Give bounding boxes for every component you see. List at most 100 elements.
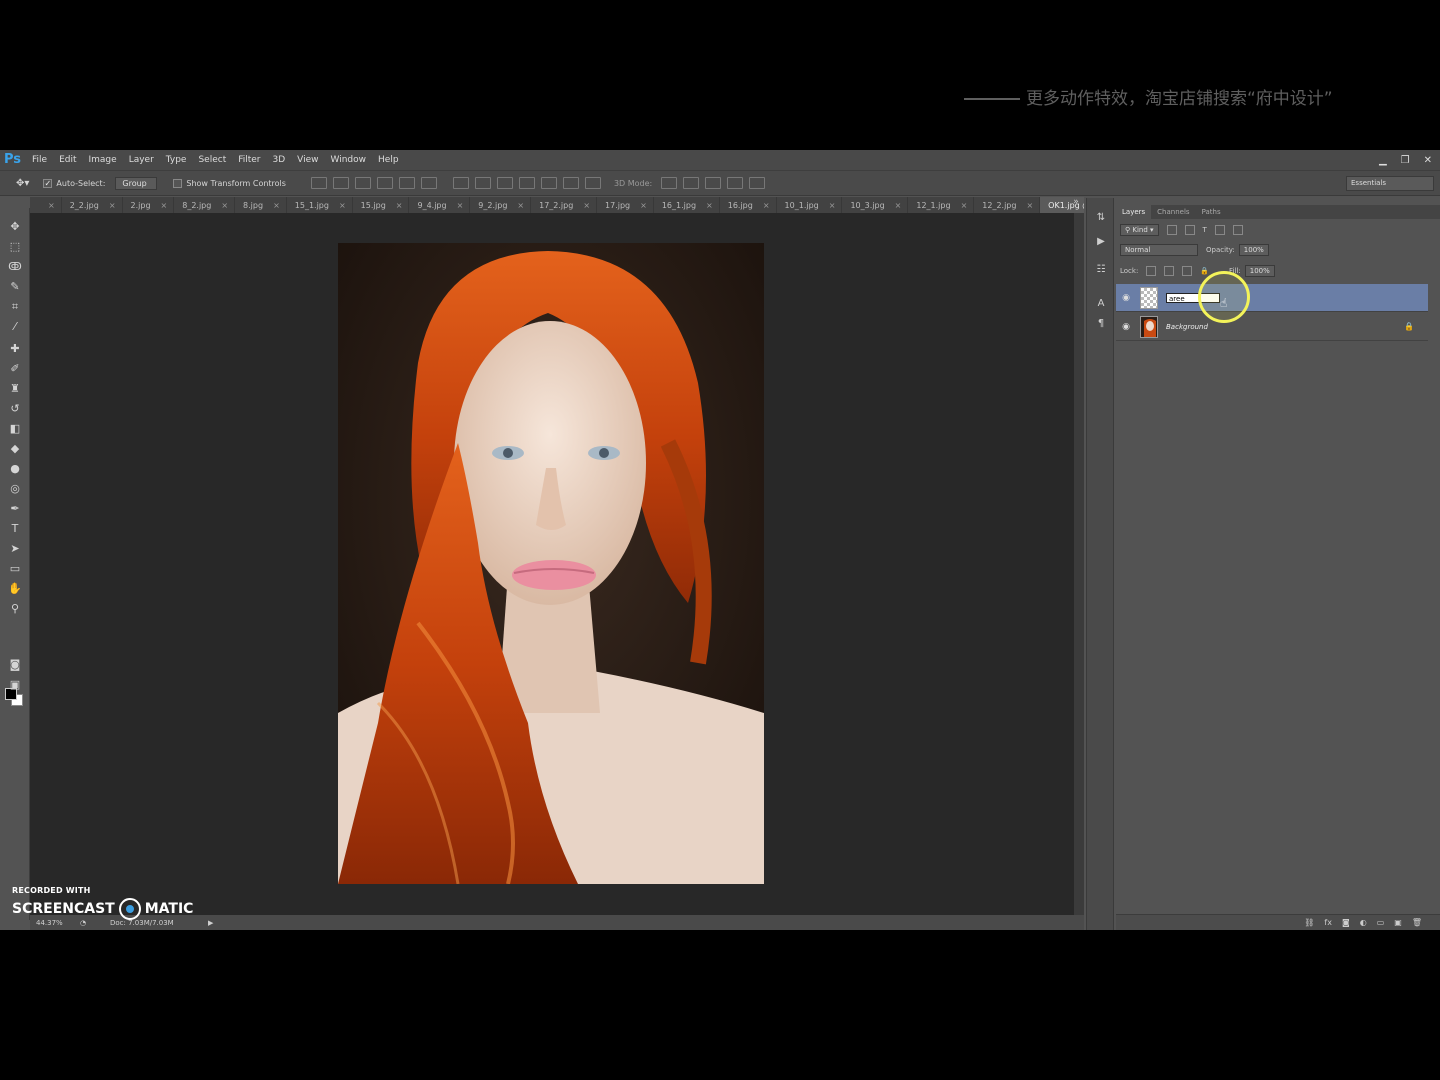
document-tab[interactable]: 15_1.jpg ×: [287, 197, 353, 213]
auto-select-checkbox[interactable]: ✓: [43, 178, 53, 188]
menu-select[interactable]: Select: [192, 150, 232, 170]
eraser-tool-icon[interactable]: ◧: [7, 422, 23, 436]
lock-all-icon[interactable]: 🔒: [1200, 267, 1209, 275]
align-vcenter-icon[interactable]: [332, 177, 349, 189]
document-tab[interactable]: 10_3.jpg ×: [842, 197, 909, 213]
show-transform-checkbox[interactable]: [173, 178, 183, 188]
distribute-hcenter-icon[interactable]: [540, 177, 557, 189]
distribute-bottom-icon[interactable]: [496, 177, 513, 189]
paint-bucket-tool-icon[interactable]: ◆: [7, 442, 23, 456]
menu-view[interactable]: View: [291, 150, 324, 170]
eyedropper-tool-icon[interactable]: ⁄: [7, 320, 23, 334]
marquee-tool-icon[interactable]: ⬚: [7, 240, 23, 254]
3d-pan-icon[interactable]: [705, 177, 722, 189]
document-tab[interactable]: 15.jpg ×: [353, 197, 410, 213]
workspace-switcher[interactable]: Essentials: [1346, 176, 1434, 191]
document-tab[interactable]: 12_2.jpg ×: [974, 197, 1041, 213]
screen-mode-icon[interactable]: ▣: [7, 678, 23, 692]
document-tab[interactable]: 12_1.jpg ×: [908, 197, 975, 213]
opacity-input[interactable]: 100%: [1238, 244, 1269, 256]
document-tab[interactable]: 9_2.jpg ×: [470, 197, 532, 213]
document-tab[interactable]: 8.jpg ×: [235, 197, 287, 213]
fx-icon[interactable]: fx: [1324, 918, 1332, 927]
adjustment-icon[interactable]: ◐: [1360, 918, 1367, 927]
document-tab[interactable]: 16_1.jpg ×: [654, 197, 720, 213]
document-tab[interactable]: 8_2.jpg ×: [174, 197, 236, 213]
3d-slide-icon[interactable]: [727, 177, 744, 189]
document-tab[interactable]: 10_1.jpg ×: [777, 197, 843, 213]
layer-row-background[interactable]: ◉ Background 🔒: [1116, 313, 1428, 341]
visibility-eye-icon[interactable]: ◉: [1116, 322, 1136, 332]
align-right-icon[interactable]: [420, 177, 437, 189]
move-tool-icon[interactable]: ✥: [7, 220, 23, 234]
quick-mask-icon[interactable]: ◙: [7, 658, 23, 672]
tab-overflow-close[interactable]: ×: [30, 197, 62, 213]
distribute-top-icon[interactable]: [452, 177, 469, 189]
tab-layers[interactable]: Layers: [1116, 205, 1152, 219]
document-tab[interactable]: 2_2.jpg ×: [62, 197, 123, 213]
align-top-icon[interactable]: [310, 177, 327, 189]
tab-channels[interactable]: Channels: [1151, 205, 1195, 219]
auto-select-dropdown[interactable]: Group: [115, 176, 158, 190]
document-tab[interactable]: 17_2.jpg ×: [531, 197, 598, 213]
character-panel-icon[interactable]: A: [1093, 298, 1109, 312]
stamp-tool-icon[interactable]: ♜: [7, 382, 23, 396]
layer-row-layer1[interactable]: ◉ aree: [1116, 284, 1428, 312]
lock-pixels-icon[interactable]: [1164, 266, 1175, 276]
auto-align-icon[interactable]: [584, 177, 601, 189]
link-icon[interactable]: ⛓: [1304, 918, 1314, 927]
pen-tool-icon[interactable]: ✒: [7, 502, 23, 516]
document-tab[interactable]: 9_4.jpg ×: [409, 197, 471, 213]
rectangle-tool-icon[interactable]: ▭: [7, 562, 23, 576]
status-menu-arrow-icon[interactable]: ▶: [208, 919, 213, 927]
tab-paths[interactable]: Paths: [1196, 205, 1227, 219]
minimize-button[interactable]: ▁: [1379, 155, 1387, 166]
hand-tool-icon[interactable]: ✋: [7, 582, 23, 596]
healing-brush-tool-icon[interactable]: ✚: [7, 342, 23, 356]
distribute-right-icon[interactable]: [562, 177, 579, 189]
align-left-icon[interactable]: [376, 177, 393, 189]
history-brush-tool-icon[interactable]: ↺: [7, 402, 23, 416]
distribute-left-icon[interactable]: [518, 177, 535, 189]
dodge-tool-icon[interactable]: ◎: [7, 482, 23, 496]
restore-button[interactable]: ❐: [1401, 155, 1410, 166]
lasso-tool-icon[interactable]: ↂ: [7, 260, 23, 274]
mask-icon[interactable]: ◙: [1342, 918, 1350, 927]
filter-smart-object-icon[interactable]: [1232, 225, 1243, 235]
align-hcenter-icon[interactable]: [398, 177, 415, 189]
menu-help[interactable]: Help: [372, 150, 405, 170]
quick-select-tool-icon[interactable]: ✎: [7, 280, 23, 294]
menu-layer[interactable]: Layer: [123, 150, 160, 170]
fill-input[interactable]: 100%: [1244, 265, 1275, 277]
3d-roll-icon[interactable]: [683, 177, 700, 189]
close-button[interactable]: ✕: [1424, 155, 1432, 166]
3d-rotate-icon[interactable]: [661, 177, 678, 189]
tabs-overflow-icon[interactable]: »: [1068, 197, 1084, 213]
history-panel-icon[interactable]: ⇅: [1093, 212, 1109, 226]
blur-tool-icon[interactable]: ●: [7, 462, 23, 476]
kind-filter-dropdown[interactable]: ⚲ Kind ▾: [1120, 224, 1159, 236]
move-tool-icon[interactable]: ✥▾: [16, 178, 29, 189]
adjustments-panel-icon[interactable]: ☷: [1093, 264, 1109, 278]
document-tab[interactable]: 17.jpg ×: [597, 197, 654, 213]
menu-file[interactable]: File: [26, 150, 53, 170]
3d-scale-icon[interactable]: [749, 177, 766, 189]
visibility-eye-icon[interactable]: ◉: [1116, 293, 1136, 303]
filter-adjustment-icon[interactable]: [1184, 225, 1195, 235]
menu-window[interactable]: Window: [325, 150, 373, 170]
blend-mode-dropdown[interactable]: Normal: [1120, 244, 1198, 256]
menu-filter[interactable]: Filter: [232, 150, 266, 170]
lock-position-icon[interactable]: [1182, 266, 1193, 276]
brush-tool-icon[interactable]: ✐: [7, 362, 23, 376]
filter-pixel-icon[interactable]: [1166, 225, 1177, 235]
document-tab[interactable]: 16.jpg ×: [720, 197, 777, 213]
path-select-tool-icon[interactable]: ➤: [7, 542, 23, 556]
new-layer-icon[interactable]: ▣: [1394, 918, 1402, 927]
filter-shape-icon[interactable]: [1214, 225, 1225, 235]
align-bottom-icon[interactable]: [354, 177, 371, 189]
zoom-tool-icon[interactable]: ⚲: [7, 602, 23, 616]
actions-panel-icon[interactable]: ▶: [1093, 236, 1109, 250]
menu-image[interactable]: Image: [83, 150, 123, 170]
crop-tool-icon[interactable]: ⌗: [7, 300, 23, 314]
menu-type[interactable]: Type: [160, 150, 193, 170]
